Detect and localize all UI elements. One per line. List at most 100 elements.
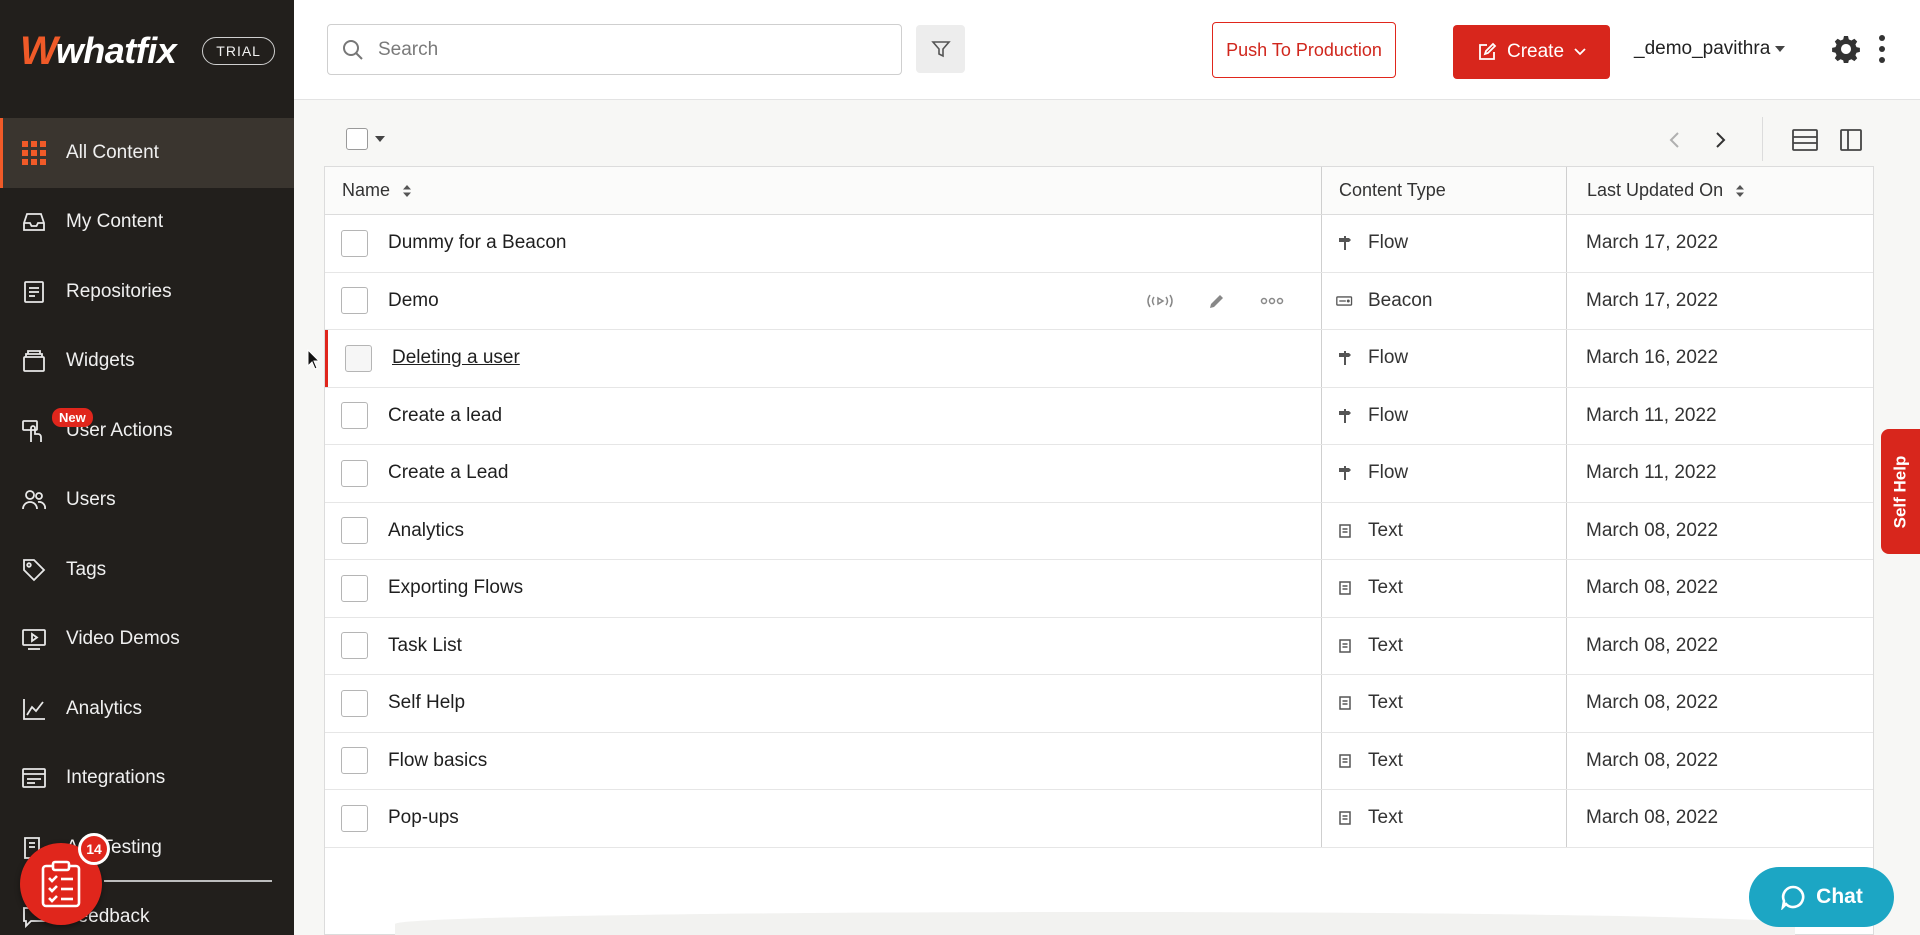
sidebar-item-label: Analytics	[66, 697, 143, 719]
edit-square-icon	[1479, 42, 1497, 60]
sidebar-item-label: Tags	[66, 558, 107, 580]
content-name[interactable]: Exporting Flows	[388, 577, 523, 599]
content-name[interactable]: Flow basics	[388, 750, 487, 772]
pencil-icon[interactable]	[1201, 291, 1231, 311]
content-type: Text	[1368, 692, 1403, 714]
list-view-icon[interactable]	[1792, 128, 1818, 152]
table-body: Dummy for a Beacon Flow March 17, 2022 D…	[325, 215, 1873, 848]
trial-badge: TRIAL	[202, 37, 275, 65]
table-footer-shadow	[395, 912, 1795, 935]
filter-button[interactable]	[916, 25, 965, 73]
last-updated: March 08, 2022	[1586, 577, 1719, 599]
self-help-label: Self Help	[1890, 455, 1910, 528]
sidebar-item-analytics[interactable]: Analytics	[0, 674, 294, 744]
column-header-last-updated[interactable]: Last Updated On	[1567, 167, 1873, 214]
table-row[interactable]: Task List Text March 08, 2022	[325, 617, 1873, 675]
row-checkbox[interactable]	[341, 689, 368, 717]
beacon-icon	[1336, 292, 1354, 310]
sidebar-item-widgets[interactable]: Widgets	[0, 327, 294, 397]
content-name[interactable]: Create a Lead	[388, 462, 508, 484]
sidebar-item-label: My Content	[66, 211, 164, 233]
table-row[interactable]: Analytics Text March 08, 2022	[325, 502, 1873, 560]
table-row[interactable]: Demo Beacon March 17, 2022	[325, 272, 1873, 330]
content-name[interactable]: Create a lead	[388, 405, 502, 427]
content-name[interactable]: Deleting a user	[392, 347, 520, 369]
sidebar-item-video-demos[interactable]: Video Demos	[0, 605, 294, 675]
more-horizontal-icon[interactable]	[1257, 291, 1287, 311]
content-name[interactable]: Analytics	[388, 520, 464, 542]
row-checkbox[interactable]	[341, 402, 368, 430]
content-name[interactable]: Pop-ups	[388, 807, 459, 829]
content-name[interactable]: Self Help	[388, 692, 465, 714]
search-box[interactable]	[327, 24, 902, 75]
last-updated: March 11, 2022	[1586, 404, 1717, 426]
table-row[interactable]: Pop-ups Text March 08, 2022	[325, 790, 1873, 848]
sidebar-item-user-actions[interactable]: User Actions New	[0, 396, 294, 466]
preview-broadcast-icon[interactable]	[1145, 291, 1175, 311]
row-checkbox[interactable]	[341, 632, 368, 660]
row-checkbox[interactable]	[341, 804, 368, 832]
sidebar-item-label: Users	[66, 489, 116, 511]
integrations-icon	[20, 764, 48, 792]
content-name[interactable]: Task List	[388, 635, 462, 657]
create-button[interactable]: Create	[1453, 25, 1610, 79]
chevron-right-icon[interactable]	[1708, 128, 1732, 152]
user-menu[interactable]: _demo_pavithra	[1634, 38, 1786, 60]
table-row[interactable]: Create a Lead Flow March 11, 2022	[325, 445, 1873, 503]
table-row[interactable]: Exporting Flows Text March 08, 2022	[325, 560, 1873, 618]
push-to-production-button[interactable]: Push To Production	[1212, 22, 1396, 78]
row-checkbox[interactable]	[341, 229, 368, 257]
sidebar-item-repositories[interactable]: Repositories	[0, 257, 294, 327]
text-doc-icon	[1336, 809, 1354, 827]
select-all-dropdown[interactable]	[346, 128, 386, 150]
search-input[interactable]	[378, 38, 858, 61]
sidebar-item-integrations[interactable]: Integrations	[0, 744, 294, 814]
row-actions	[1145, 273, 1287, 330]
flow-icon	[1336, 349, 1354, 367]
sidebar-item-users[interactable]: Users	[0, 466, 294, 536]
row-checkbox[interactable]	[341, 574, 368, 602]
sort-icon[interactable]	[402, 184, 412, 198]
more-vertical-icon[interactable]	[1878, 34, 1886, 64]
user-name: _demo_pavithra	[1634, 38, 1771, 59]
self-help-tab[interactable]: Self Help	[1881, 429, 1920, 554]
content-type: Flow	[1368, 462, 1409, 484]
last-updated: March 08, 2022	[1586, 807, 1719, 829]
flow-icon	[1336, 407, 1354, 425]
sidebar-item-my-content[interactable]: My Content	[0, 188, 294, 258]
content-type: Flow	[1368, 232, 1409, 254]
inbox-icon	[20, 208, 48, 236]
row-checkbox[interactable]	[341, 459, 368, 487]
chevron-left-icon[interactable]	[1663, 128, 1687, 152]
select-all-checkbox[interactable]	[346, 128, 368, 150]
sidebar-item-label: Repositories	[66, 280, 172, 302]
row-checkbox[interactable]	[341, 747, 368, 775]
table-row[interactable]: Deleting a user Flow March 16, 2022	[325, 330, 1873, 388]
caret-down-icon	[375, 136, 385, 142]
sidebar-item-tags[interactable]: Tags	[0, 535, 294, 605]
column-label: Last Updated On	[1587, 180, 1724, 200]
column-label: Content Type	[1339, 180, 1446, 200]
sort-icon[interactable]	[1735, 184, 1745, 198]
sidebar-item-label: Widgets	[66, 350, 135, 372]
split-view-icon[interactable]	[1840, 128, 1862, 152]
row-checkbox[interactable]	[345, 344, 372, 372]
table-row[interactable]: Dummy for a Beacon Flow March 17, 2022	[325, 215, 1873, 273]
content-name[interactable]: Demo	[388, 290, 439, 312]
gear-icon[interactable]	[1832, 35, 1860, 63]
text-doc-icon	[1336, 579, 1354, 597]
last-updated: March 11, 2022	[1586, 462, 1717, 484]
table-row[interactable]: Flow basics Text March 08, 2022	[325, 732, 1873, 790]
sidebar-item-all-content[interactable]: All Content	[0, 118, 294, 188]
row-checkbox[interactable]	[341, 517, 368, 545]
whatfix-logo[interactable]: W whatfix	[20, 29, 177, 74]
table-row[interactable]: Create a lead Flow March 11, 2022	[325, 387, 1873, 445]
text-doc-icon	[1336, 637, 1354, 655]
table-header: Name Content Type Last Updated On	[325, 167, 1873, 215]
chat-button[interactable]: Chat	[1749, 867, 1894, 927]
row-checkbox[interactable]	[341, 287, 368, 315]
content-name[interactable]: Dummy for a Beacon	[388, 232, 566, 254]
column-header-name[interactable]: Name	[325, 167, 1322, 214]
users-icon	[20, 486, 48, 514]
table-row[interactable]: Self Help Text March 08, 2022	[325, 675, 1873, 733]
